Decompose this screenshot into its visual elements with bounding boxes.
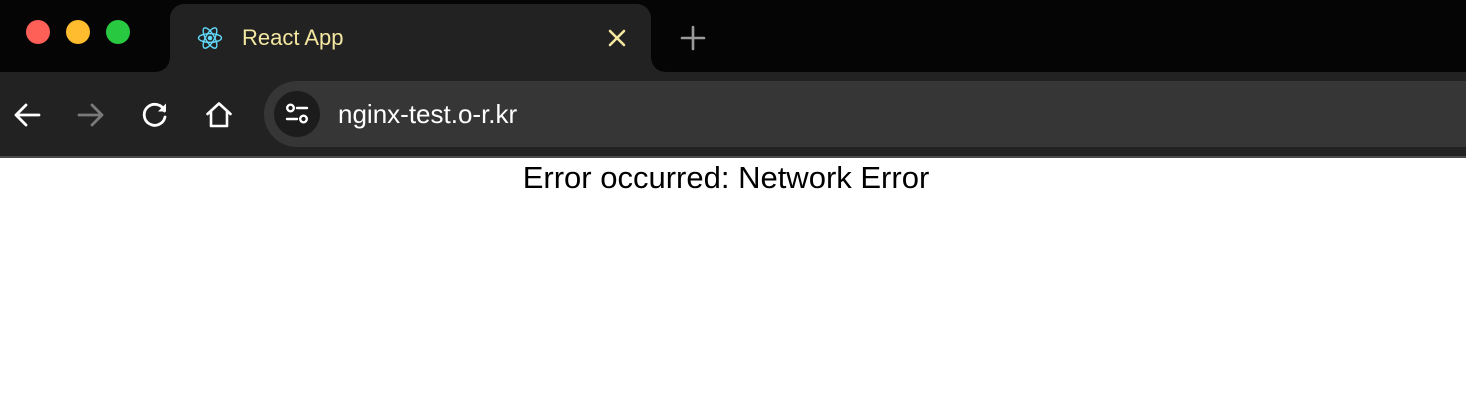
close-icon bbox=[608, 29, 626, 47]
error-message: Error occurred: Network Error bbox=[522, 160, 930, 195]
url-text[interactable]: nginx-test.o-r.kr bbox=[338, 99, 517, 129]
forward-button[interactable] bbox=[74, 98, 108, 132]
reload-icon bbox=[142, 102, 167, 127]
home-button[interactable] bbox=[202, 98, 236, 132]
tune-icon bbox=[285, 103, 309, 124]
react-logo-icon bbox=[197, 27, 223, 49]
tab-close-button[interactable] bbox=[604, 25, 630, 51]
tab-title: React App bbox=[242, 25, 344, 50]
browser-window: React App nginx-test.o-r.kr Error occurr… bbox=[0, 0, 1466, 412]
page-content: Error occurred: Network Error bbox=[0, 158, 1466, 412]
window-minimize-button[interactable] bbox=[66, 20, 90, 44]
arrow-left-icon bbox=[14, 103, 41, 127]
tab-strip: React App bbox=[0, 0, 1466, 72]
new-tab-button[interactable] bbox=[678, 23, 708, 53]
site-info-button[interactable] bbox=[274, 91, 320, 137]
address-bar[interactable]: nginx-test.o-r.kr bbox=[264, 81, 1466, 147]
home-icon bbox=[206, 102, 232, 128]
arrow-right-icon bbox=[77, 103, 104, 127]
tab-react-app[interactable]: React App bbox=[156, 4, 665, 72]
browser-toolbar: nginx-test.o-r.kr bbox=[0, 72, 1466, 156]
plus-icon bbox=[680, 25, 706, 51]
window-maximize-button[interactable] bbox=[106, 20, 130, 44]
reload-button[interactable] bbox=[138, 98, 172, 132]
back-button[interactable] bbox=[10, 98, 44, 132]
window-close-button[interactable] bbox=[26, 20, 50, 44]
